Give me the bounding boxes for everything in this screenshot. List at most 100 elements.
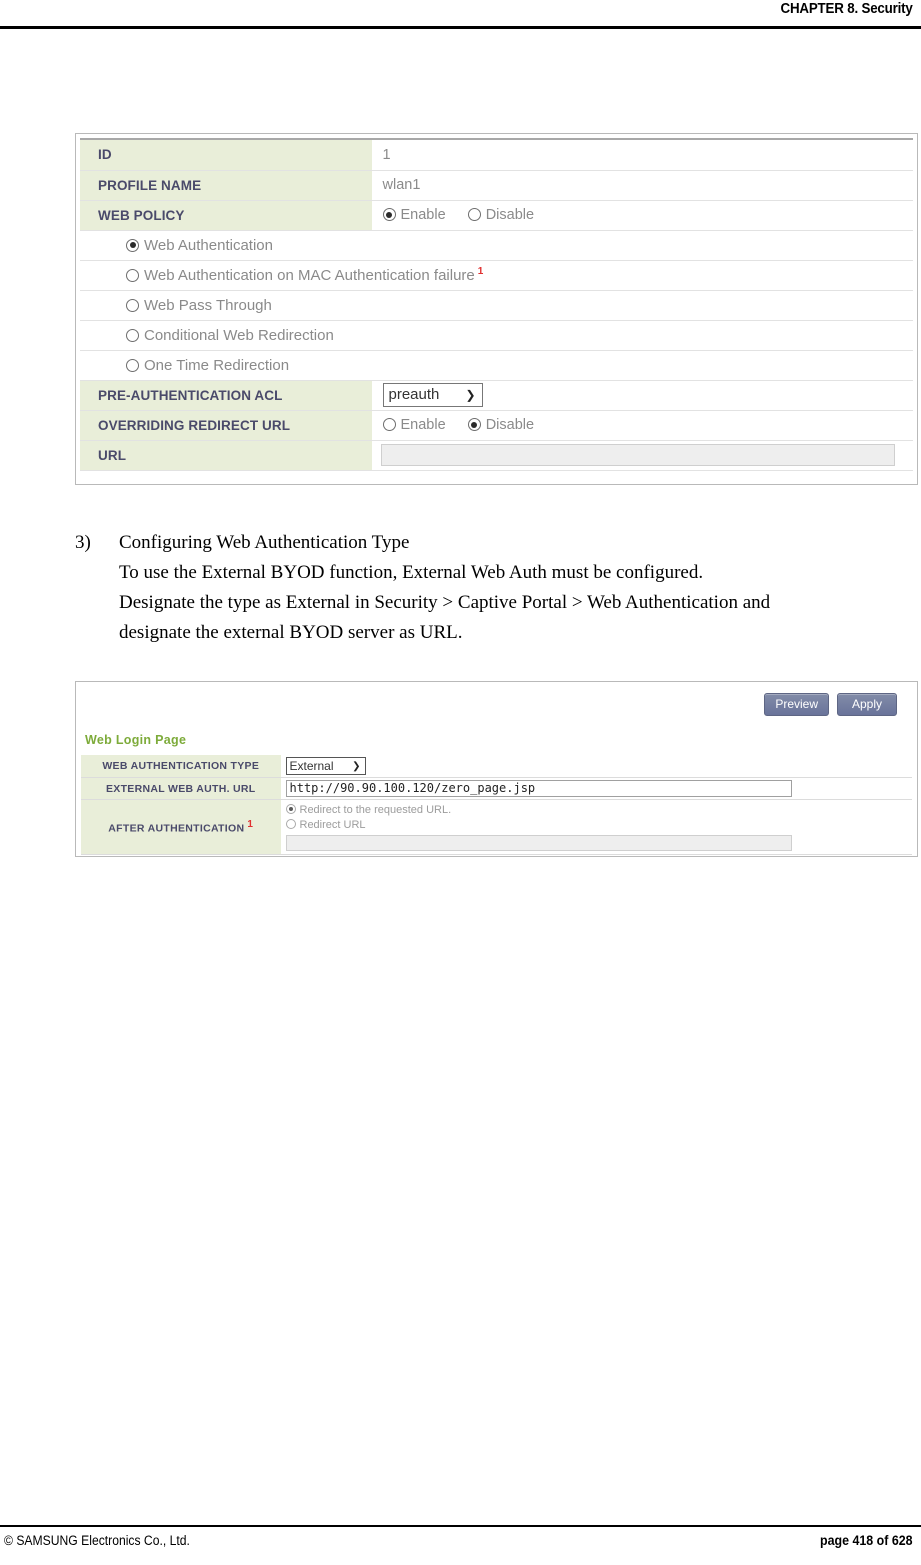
preview-button[interactable]: Preview bbox=[764, 693, 829, 716]
row-label-profile-name: PROFILE NAME bbox=[80, 170, 373, 201]
radio-empty-icon[interactable] bbox=[126, 298, 139, 312]
row-label-url: URL bbox=[80, 440, 373, 471]
page-number: page 418 of 628 bbox=[820, 1533, 913, 1548]
footer-divider bbox=[0, 1524, 921, 1527]
row-value-pre-authentication-acl: preauth ❯ bbox=[372, 380, 913, 411]
after-auth-option-redirect-url[interactable]: Redirect URL bbox=[285, 818, 793, 833]
row-label-pre-authentication-acl: PRE-AUTHENTICATION ACL bbox=[80, 380, 373, 411]
table-row-url: URL bbox=[80, 440, 913, 471]
row-value-after-authentication: Redirect to the requested URL. Redirect … bbox=[281, 799, 912, 855]
option-label-conditional-web-redirection: Conditional Web Redirection bbox=[144, 326, 334, 344]
radio-empty-icon[interactable] bbox=[126, 269, 139, 282]
overriding-redirect-disable-label: Disable bbox=[485, 417, 535, 433]
redirect-url-input[interactable] bbox=[285, 835, 792, 851]
row-value-id: 1 bbox=[372, 140, 913, 171]
after-auth-option-requested-url[interactable]: Redirect to the requested URL. bbox=[285, 803, 793, 818]
web-policy-table: ID 1 PROFILE NAME wlan1 WEB POLICY Enabl… bbox=[80, 140, 913, 471]
radio-filled-icon[interactable] bbox=[285, 804, 296, 814]
pre-authentication-acl-select[interactable]: preauth ❯ bbox=[382, 383, 483, 407]
table-row-option-web-auth-mac-failure[interactable]: Web Authentication on MAC Authentication… bbox=[80, 260, 913, 291]
row-label-external-web-auth-url: EXTERNAL WEB AUTH. URL bbox=[81, 777, 282, 800]
after-auth-option-redirect-url-label: Redirect URL bbox=[299, 819, 366, 831]
option-cell-one-time-redirection[interactable]: One Time Redirection bbox=[80, 350, 913, 381]
option-cell-web-auth-mac-failure[interactable]: Web Authentication on MAC Authentication… bbox=[80, 260, 913, 291]
table-row-web-policy: WEB POLICY Enable Disable bbox=[80, 200, 913, 231]
instruction-text: Configuring Web Authentication Type To u… bbox=[119, 528, 920, 648]
web-policy-settings-panel: ID 1 PROFILE NAME wlan1 WEB POLICY Enabl… bbox=[75, 133, 918, 485]
row-label-after-authentication: AFTER AUTHENTICATION 1 bbox=[81, 799, 282, 855]
action-button-bar: Preview Apply bbox=[764, 693, 897, 716]
instruction-line-4: designate the external BYOD server as UR… bbox=[119, 622, 463, 643]
instruction-block: 3) Configuring Web Authentication Type T… bbox=[75, 528, 920, 648]
table-row-option-conditional-web-redirection[interactable]: Conditional Web Redirection bbox=[80, 320, 913, 351]
row-label-id: ID bbox=[80, 140, 373, 171]
radio-empty-icon[interactable] bbox=[126, 328, 139, 342]
overriding-redirect-disable-option[interactable]: Disable bbox=[467, 417, 535, 433]
radio-empty-icon[interactable] bbox=[382, 418, 396, 431]
apply-button[interactable]: Apply bbox=[837, 693, 897, 716]
option-label-web-pass-through: Web Pass Through bbox=[144, 296, 272, 314]
web-policy-disable-option[interactable]: Disable bbox=[467, 207, 535, 223]
copyright-text: © SAMSUNG Electronics Co., Ltd. bbox=[4, 1533, 190, 1548]
table-row-id: ID 1 bbox=[80, 140, 913, 171]
radio-empty-icon[interactable] bbox=[467, 208, 481, 221]
after-auth-option-requested-url-label: Redirect to the requested URL. bbox=[299, 804, 452, 816]
radio-empty-icon[interactable] bbox=[126, 358, 139, 372]
list-marker: 3) bbox=[75, 532, 91, 553]
radio-filled-icon[interactable] bbox=[382, 208, 396, 221]
web-login-page-panel: Preview Apply Web Login Page WEB AUTHENT… bbox=[75, 681, 918, 857]
row-label-overriding-redirect-url: OVERRIDING REDIRECT URL bbox=[80, 410, 373, 441]
web-policy-enable-label: Enable bbox=[400, 207, 446, 223]
overriding-redirect-enable-label: Enable bbox=[400, 417, 446, 433]
option-label-one-time-redirection: One Time Redirection bbox=[144, 356, 290, 374]
option-label-web-authentication: Web Authentication bbox=[144, 236, 273, 254]
table-row-web-authentication-type: WEB AUTHENTICATION TYPE External ❯ bbox=[81, 755, 912, 778]
footnote-marker: 1 bbox=[477, 266, 484, 277]
row-value-web-authentication-type: External ❯ bbox=[281, 755, 912, 778]
page-footer: © SAMSUNG Electronics Co., Ltd. page 418… bbox=[0, 1533, 921, 1559]
radio-filled-icon[interactable] bbox=[126, 238, 139, 252]
table-row-overriding-redirect-url: OVERRIDING REDIRECT URL Enable Disable bbox=[80, 410, 913, 441]
option-cell-web-authentication[interactable]: Web Authentication bbox=[80, 230, 913, 261]
external-web-auth-url-input[interactable]: http://90.90.100.120/zero_page.jsp bbox=[285, 780, 792, 797]
url-input[interactable] bbox=[380, 444, 895, 466]
table-row-profile-name: PROFILE NAME wlan1 bbox=[80, 170, 913, 201]
pre-authentication-acl-selected-value: preauth bbox=[388, 386, 440, 403]
row-value-profile-name: wlan1 bbox=[372, 170, 913, 201]
footnote-marker: 1 bbox=[247, 819, 254, 831]
radio-filled-icon[interactable] bbox=[467, 418, 481, 431]
row-label-web-authentication-type: WEB AUTHENTICATION TYPE bbox=[81, 755, 282, 778]
table-row-pre-authentication-acl: PRE-AUTHENTICATION ACL preauth ❯ bbox=[80, 380, 913, 411]
instruction-line-1: Configuring Web Authentication Type bbox=[119, 532, 410, 553]
row-value-web-policy: Enable Disable bbox=[372, 200, 913, 231]
web-authentication-type-selected-value: External bbox=[289, 759, 334, 773]
after-authentication-label-text: AFTER AUTHENTICATION bbox=[108, 822, 245, 835]
web-policy-disable-label: Disable bbox=[485, 207, 535, 223]
row-value-url bbox=[372, 440, 913, 471]
section-title-web-login-page: Web Login Page bbox=[85, 733, 187, 747]
table-row-option-one-time-redirection[interactable]: One Time Redirection bbox=[80, 350, 913, 381]
web-login-page-inner: Preview Apply Web Login Page WEB AUTHENT… bbox=[79, 685, 914, 855]
table-row-after-authentication: AFTER AUTHENTICATION 1 Redirect to the re… bbox=[81, 799, 912, 855]
radio-empty-icon[interactable] bbox=[285, 819, 296, 829]
overriding-redirect-enable-option[interactable]: Enable bbox=[382, 417, 446, 433]
option-cell-conditional-web-redirection[interactable]: Conditional Web Redirection bbox=[80, 320, 913, 351]
instruction-line-3: Designate the type as External in Securi… bbox=[119, 592, 771, 613]
web-login-page-table: WEB AUTHENTICATION TYPE External ❯ EXTER… bbox=[81, 755, 912, 855]
web-policy-enable-option[interactable]: Enable bbox=[382, 207, 446, 223]
table-row-option-web-pass-through[interactable]: Web Pass Through bbox=[80, 290, 913, 321]
table-row-option-web-authentication[interactable]: Web Authentication bbox=[80, 230, 913, 261]
chevron-down-icon: ❯ bbox=[465, 388, 476, 402]
table-row-external-web-auth-url: EXTERNAL WEB AUTH. URL http://90.90.100.… bbox=[81, 777, 912, 800]
option-cell-web-pass-through[interactable]: Web Pass Through bbox=[80, 290, 913, 321]
row-label-web-policy: WEB POLICY bbox=[80, 200, 373, 231]
instruction-line-2: To use the External BYOD function, Exter… bbox=[119, 562, 704, 583]
row-value-external-web-auth-url: http://90.90.100.120/zero_page.jsp bbox=[281, 777, 912, 800]
header-divider bbox=[0, 26, 921, 29]
web-policy-table-frame: ID 1 PROFILE NAME wlan1 WEB POLICY Enabl… bbox=[80, 138, 913, 480]
option-label-web-auth-mac-failure: Web Authentication on MAC Authentication… bbox=[144, 267, 475, 284]
chapter-title: CHAPTER 8. Security bbox=[780, 1, 913, 17]
web-authentication-type-select[interactable]: External ❯ bbox=[285, 757, 366, 775]
row-value-overriding-redirect-url: Enable Disable bbox=[372, 410, 913, 441]
chevron-down-icon: ❯ bbox=[352, 761, 361, 772]
